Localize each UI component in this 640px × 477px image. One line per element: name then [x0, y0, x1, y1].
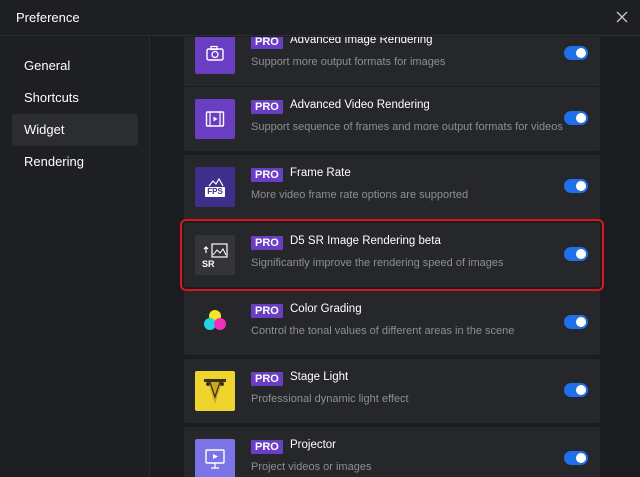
sr-label: SR — [202, 259, 215, 269]
close-icon[interactable] — [614, 9, 630, 25]
sidebar-item-widget[interactable]: Widget — [12, 114, 138, 146]
pro-badge: PRO — [251, 168, 283, 182]
widget-card-projector: PRO Projector Project videos or images — [184, 427, 600, 477]
stage-light-icon — [195, 371, 235, 411]
widget-title: Advanced Video Rendering — [290, 99, 430, 111]
pro-badge: PRO — [251, 236, 283, 250]
widget-description: Project videos or images — [251, 461, 372, 473]
toggle-d5-sr-image-rendering[interactable] — [564, 247, 588, 261]
sidebar-item-rendering[interactable]: Rendering — [12, 146, 138, 178]
toggle-advanced-video-rendering[interactable] — [564, 111, 588, 125]
widget-title: Frame Rate — [290, 167, 351, 179]
widget-description: Support sequence of frames and more outp… — [251, 121, 563, 133]
fps-label: FPS — [207, 187, 223, 196]
toggle-color-grading[interactable] — [564, 315, 588, 329]
widget-card-advanced-image-rendering: PRO Advanced Image Rendering Support mor… — [184, 37, 600, 86]
color-grading-icon — [195, 303, 235, 343]
film-icon — [195, 99, 235, 139]
widget-title: Projector — [290, 439, 337, 451]
widget-card-stage-light: PRO Stage Light Professional dynamic lig… — [184, 359, 600, 423]
widget-card-d5-sr-image-rendering: SR PRO D5 SR Image Rendering beta Signif… — [180, 219, 604, 291]
title-bar: Preference — [0, 0, 640, 36]
widget-description: Professional dynamic light effect — [251, 393, 409, 405]
toggle-projector[interactable] — [564, 451, 588, 465]
widget-title: Stage Light — [290, 371, 349, 383]
toggle-frame-rate[interactable] — [564, 179, 588, 193]
widget-title: Advanced Image Rendering — [290, 37, 433, 46]
widget-description: Control the tonal values of different ar… — [251, 325, 515, 337]
widget-description: More video frame rate options are suppor… — [251, 189, 469, 201]
widget-title: D5 SR Image Rendering beta — [290, 235, 441, 247]
widget-card-color-grading: PRO Color Grading Control the tonal valu… — [184, 291, 600, 355]
widget-card-advanced-video-rendering: PRO Advanced Video Rendering Support seq… — [184, 87, 600, 151]
widget-description: Significantly improve the rendering spee… — [251, 257, 504, 269]
sidebar-item-shortcuts[interactable]: Shortcuts — [12, 82, 138, 114]
widget-card-frame-rate: FPS PRO Frame Rate More video frame rate… — [184, 155, 600, 219]
widget-title: Color Grading — [290, 303, 362, 315]
sidebar-item-general[interactable]: General — [12, 50, 138, 82]
widget-description: Support more output formats for images — [251, 56, 446, 68]
sr-image-icon: SR — [195, 235, 235, 275]
pro-badge: PRO — [251, 100, 283, 114]
pro-badge: PRO — [251, 304, 283, 318]
pro-badge: PRO — [251, 37, 283, 49]
sidebar: General Shortcuts Widget Rendering — [0, 37, 150, 477]
toggle-advanced-image-rendering[interactable] — [564, 46, 588, 60]
projector-icon — [195, 439, 235, 477]
widget-list: PRO Advanced Image Rendering Support mor… — [150, 37, 640, 477]
fps-icon: FPS — [195, 167, 235, 207]
camera-icon — [195, 37, 235, 74]
pro-badge: PRO — [251, 440, 283, 454]
window-title: Preference — [16, 10, 80, 25]
scrollbar[interactable] — [634, 37, 640, 477]
toggle-stage-light[interactable] — [564, 383, 588, 397]
pro-badge: PRO — [251, 372, 283, 386]
